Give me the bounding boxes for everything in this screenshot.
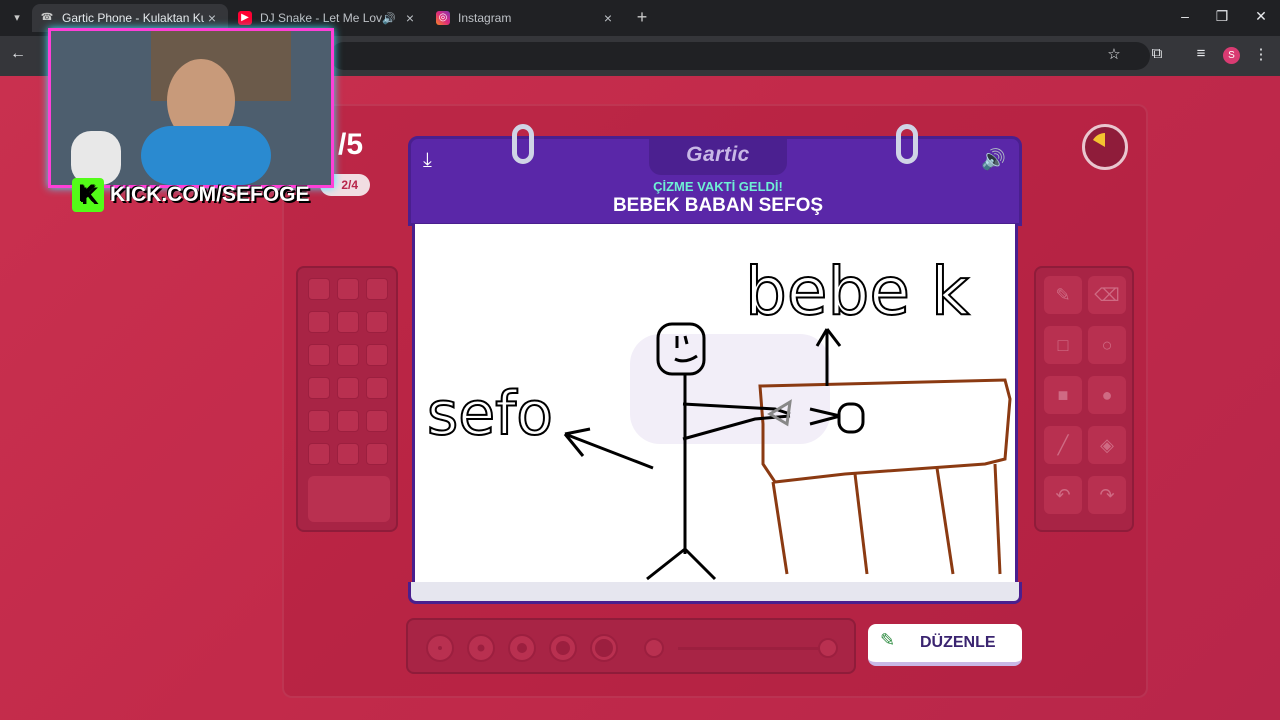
tab-instagram[interactable]: ◎ Instagram ×: [428, 4, 624, 32]
close-tab-icon[interactable]: ×: [600, 10, 616, 26]
close-window-icon[interactable]: ✕: [1246, 8, 1276, 25]
close-tab-icon[interactable]: ×: [402, 10, 418, 26]
color-swatch[interactable]: [308, 443, 330, 465]
bookmark-star-icon[interactable]: ☆: [1103, 45, 1125, 63]
webcam-overlay: [48, 28, 334, 188]
edit-button-label: DÜZENLE: [920, 634, 996, 651]
kick-channel-banner: K KICK.COM/SEFOGE: [72, 178, 318, 212]
timer-pie-icon: [1093, 133, 1105, 147]
selected-color-swatch[interactable]: [308, 476, 390, 522]
restore-icon[interactable]: ❐: [1207, 8, 1237, 25]
color-swatch[interactable]: [337, 410, 359, 432]
tab-search-chevron-icon[interactable]: ▾: [6, 8, 28, 28]
instagram-icon: ◎: [436, 11, 450, 25]
brush-size-4[interactable]: [549, 634, 577, 662]
color-swatch[interactable]: [308, 344, 330, 366]
brush-size-2[interactable]: [467, 634, 495, 662]
tab-title: Instagram: [458, 11, 512, 25]
handwritten-text-left: sefo: [427, 379, 553, 449]
color-swatch[interactable]: [366, 344, 388, 366]
eraser-tool-icon[interactable]: ⌫: [1088, 276, 1126, 314]
binder-ring-left: [512, 124, 534, 164]
color-swatch[interactable]: [308, 377, 330, 399]
close-tab-icon[interactable]: ×: [204, 10, 220, 26]
color-swatch[interactable]: [366, 278, 388, 300]
color-palette: [296, 266, 398, 532]
color-swatch[interactable]: [366, 410, 388, 432]
kick-logo-icon: K: [72, 178, 104, 212]
binder-ring-right: [896, 124, 918, 164]
timer-clock: [1082, 124, 1128, 170]
rectangle-filled-tool-icon[interactable]: ■: [1044, 376, 1082, 414]
back-arrow-icon[interactable]: ←: [10, 45, 26, 63]
tool-panel: ✎ ⌫ □ ○ ■ ● ╱ ◈ ↶ ↷: [1034, 266, 1134, 532]
gartic-logo: Gartic: [686, 143, 750, 166]
opacity-slider-thumb[interactable]: [818, 638, 838, 658]
brush-size-bar: [406, 618, 856, 674]
color-swatch[interactable]: [308, 278, 330, 300]
undo-icon[interactable]: ↶: [1044, 476, 1082, 514]
media-control-icon[interactable]: ≡: [1190, 45, 1212, 62]
extensions-icon[interactable]: ⧉: [1146, 45, 1168, 62]
phone-icon: ☎: [40, 12, 54, 23]
color-swatch[interactable]: [308, 311, 330, 333]
fill-bucket-tool-icon[interactable]: ◈: [1088, 426, 1126, 464]
pencil-icon: ✎: [880, 630, 896, 650]
menu-kebab-icon[interactable]: ⋮: [1250, 45, 1272, 63]
board-footer: [408, 582, 1022, 604]
opacity-min: [644, 638, 664, 658]
tab-title: DJ Snake - Let Me Love You: [260, 11, 383, 25]
volume-icon[interactable]: 🔊: [981, 147, 1006, 172]
color-swatch[interactable]: [366, 311, 388, 333]
color-swatch[interactable]: [337, 311, 359, 333]
color-swatch[interactable]: [337, 278, 359, 300]
handwritten-text-right: bebe k: [745, 253, 970, 330]
brush-size-3[interactable]: [508, 634, 536, 662]
color-swatch[interactable]: [366, 443, 388, 465]
brush-size-1[interactable]: [426, 634, 454, 662]
opacity-slider[interactable]: [678, 647, 828, 650]
phase-subtitle: ÇİZME VAKTİ GELDİ!: [653, 179, 783, 194]
drawing-board: Gartic ⤓ 🔊 ÇİZME VAKTİ GELDİ! BEBEK BABA…: [408, 124, 1022, 604]
line-tool-icon[interactable]: ╱: [1044, 426, 1082, 464]
drawing-canvas[interactable]: sefo bebe k: [412, 224, 1018, 592]
redo-icon[interactable]: ↷: [1088, 476, 1126, 514]
color-swatch[interactable]: [366, 377, 388, 399]
color-swatch[interactable]: [337, 377, 359, 399]
circle-filled-tool-icon[interactable]: ●: [1088, 376, 1126, 414]
edit-button[interactable]: ✎ DÜZENLE: [868, 624, 1022, 666]
color-swatch[interactable]: [337, 443, 359, 465]
kick-channel-label: KICK.COM/SEFOGE: [110, 183, 310, 206]
address-bar[interactable]: [330, 42, 1150, 70]
brush-size-5[interactable]: [590, 634, 618, 662]
download-icon[interactable]: ⤓: [423, 149, 432, 172]
rectangle-outline-tool-icon[interactable]: □: [1044, 326, 1082, 364]
new-tab-button[interactable]: +: [632, 7, 652, 28]
logo-tab: Gartic: [649, 139, 787, 175]
prompt-word: BEBEK BABAN SEFOŞ: [612, 195, 824, 216]
speaker-icon[interactable]: 🔊: [382, 12, 396, 25]
circle-outline-tool-icon[interactable]: ○: [1088, 326, 1126, 364]
youtube-icon: ▶: [238, 11, 252, 25]
color-swatch[interactable]: [308, 410, 330, 432]
score-counter: /5: [338, 128, 364, 161]
drawing-svg: sefo bebe k: [426, 252, 1012, 581]
pencil-tool-icon[interactable]: ✎: [1044, 276, 1082, 314]
profile-avatar[interactable]: S: [1223, 47, 1240, 64]
minimize-icon[interactable]: –: [1170, 8, 1200, 24]
color-swatch[interactable]: [337, 344, 359, 366]
tab-title: Gartic Phone - Kulaktan Kulağa: [62, 11, 204, 25]
webcam-image: [51, 31, 331, 185]
board-header: Gartic ⤓ 🔊 ÇİZME VAKTİ GELDİ! BEBEK BABA…: [408, 136, 1022, 226]
